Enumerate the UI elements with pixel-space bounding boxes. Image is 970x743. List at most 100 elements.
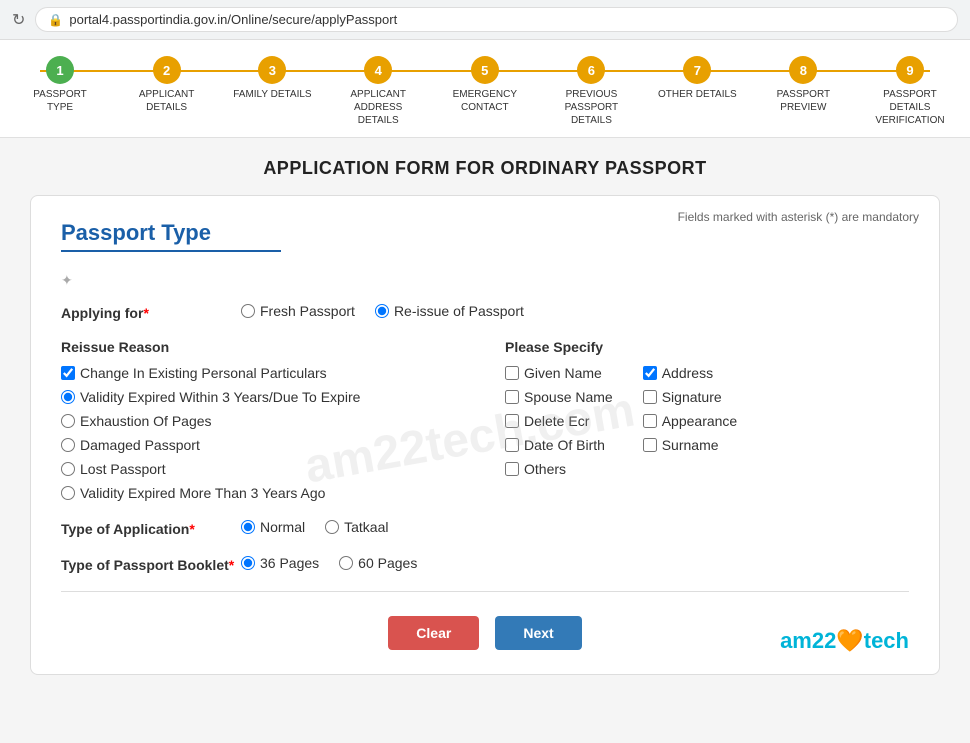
reason-validity-3[interactable]: Validity Expired Within 3 Years/Due To E… [61, 389, 465, 405]
reason-damaged[interactable]: Damaged Passport [61, 437, 465, 453]
fresh-passport-label: Fresh Passport [260, 303, 355, 319]
specify-col2: Address Signature Appearance [643, 365, 738, 477]
specify-dob-cb[interactable] [505, 438, 519, 452]
brand-text-start: am22 [780, 628, 836, 653]
applying-for-row: Applying for* Fresh Passport Re-issue of… [61, 303, 909, 321]
url-bar[interactable]: 🔒 portal4.passportindia.gov.in/Online/se… [35, 7, 958, 32]
tatkaal-label: Tatkaal [344, 519, 388, 535]
reissue-passport-label: Re-issue of Passport [394, 303, 524, 319]
reason-damaged-label: Damaged Passport [80, 437, 200, 453]
specify-signature-cb[interactable] [643, 390, 657, 404]
specify-appearance-label: Appearance [662, 413, 738, 429]
specify-delete-ecr[interactable]: Delete Ecr [505, 413, 613, 429]
step-circle-2: 2 [153, 56, 181, 84]
fresh-passport-radio[interactable] [241, 304, 255, 318]
brand-text-end: tech [864, 628, 909, 653]
specify-surname-label: Surname [662, 437, 719, 453]
reissue-reason-title: Reissue Reason [61, 339, 465, 355]
step-label-6: PREVIOUS PASSPORT DETAILS [551, 88, 631, 127]
step-circle-3: 3 [258, 56, 286, 84]
specify-spouse-name-cb[interactable] [505, 390, 519, 404]
browser-bar: ↻ 🔒 portal4.passportindia.gov.in/Online/… [0, 0, 970, 40]
step-6: 6 PREVIOUS PASSPORT DETAILS [551, 56, 631, 127]
reason-lost-label: Lost Passport [80, 461, 166, 477]
specify-others[interactable]: Others [505, 461, 613, 477]
step-circle-5: 5 [471, 56, 499, 84]
specify-signature[interactable]: Signature [643, 389, 738, 405]
specify-spouse-name-label: Spouse Name [524, 389, 613, 405]
please-specify-section: Please Specify Given Name Spouse Name [505, 339, 909, 501]
step-circle-6: 6 [577, 56, 605, 84]
60pages-label: 60 Pages [358, 555, 417, 571]
passport-booklet-controls: 36 Pages 60 Pages [241, 555, 909, 571]
reason-validity-more-radio[interactable] [61, 486, 75, 500]
specify-given-name-label: Given Name [524, 365, 602, 381]
brand-heart: 🧡 [836, 628, 863, 653]
36pages-radio[interactable] [241, 556, 255, 570]
reload-button[interactable]: ↻ [12, 10, 25, 30]
specify-appearance[interactable]: Appearance [643, 413, 738, 429]
specify-spouse-name[interactable]: Spouse Name [505, 389, 613, 405]
section-title-underline [61, 250, 281, 252]
page-title: APPLICATION FORM FOR ORDINARY PASSPORT [30, 158, 940, 179]
step-2: 2 APPLICANT DETAILS [127, 56, 207, 114]
specify-dob[interactable]: Date Of Birth [505, 437, 613, 453]
specify-cols: Given Name Spouse Name Delete Ecr [505, 365, 909, 477]
reason-change-personal[interactable]: Change In Existing Personal Particulars [61, 365, 465, 381]
mandatory-note: Fields marked with asterisk (*) are mand… [678, 210, 919, 224]
specify-address-label: Address [662, 365, 713, 381]
specify-col1: Given Name Spouse Name Delete Ecr [505, 365, 613, 477]
tatkaal-option[interactable]: Tatkaal [325, 519, 388, 535]
reason-validity-3-radio[interactable] [61, 390, 75, 404]
60pages-radio[interactable] [339, 556, 353, 570]
steps-row: 1 PASSPORT TYPE 2 APPLICANT DETAILS 3 FA… [20, 56, 950, 127]
reason-exhaustion-radio[interactable] [61, 414, 75, 428]
reason-validity-more-label: Validity Expired More Than 3 Years Ago [80, 485, 325, 501]
specify-given-name[interactable]: Given Name [505, 365, 613, 381]
main-content: APPLICATION FORM FOR ORDINARY PASSPORT F… [0, 138, 970, 743]
step-label-7: OTHER DETAILS [658, 88, 737, 101]
tatkaal-radio[interactable] [325, 520, 339, 534]
specify-surname[interactable]: Surname [643, 437, 738, 453]
step-5: 5 EMERGENCY CONTACT [445, 56, 525, 114]
reason-validity-3-label: Validity Expired Within 3 Years/Due To E… [80, 389, 360, 405]
reason-change-personal-cb[interactable] [61, 366, 75, 380]
step-circle-9: 9 [896, 56, 924, 84]
36pages-label: 36 Pages [260, 555, 319, 571]
specify-delete-ecr-cb[interactable] [505, 414, 519, 428]
specify-surname-cb[interactable] [643, 438, 657, 452]
step-label-2: APPLICANT DETAILS [127, 88, 207, 114]
specify-appearance-cb[interactable] [643, 414, 657, 428]
36pages-option[interactable]: 36 Pages [241, 555, 319, 571]
specify-address[interactable]: Address [643, 365, 738, 381]
step-4: 4 APPLICANT ADDRESS DETAILS [338, 56, 418, 127]
60pages-option[interactable]: 60 Pages [339, 555, 417, 571]
passport-booklet-label: Type of Passport Booklet* [61, 555, 241, 573]
reason-damaged-radio[interactable] [61, 438, 75, 452]
reason-lost-radio[interactable] [61, 462, 75, 476]
normal-label: Normal [260, 519, 305, 535]
passport-booklet-row: Type of Passport Booklet* 36 Pages 60 Pa… [61, 555, 909, 573]
reason-exhaustion[interactable]: Exhaustion Of Pages [61, 413, 465, 429]
normal-radio[interactable] [241, 520, 255, 534]
step-label-3: FAMILY DETAILS [233, 88, 311, 101]
step-7: 7 OTHER DETAILS [658, 56, 737, 101]
specify-dob-label: Date Of Birth [524, 437, 605, 453]
reissue-reason-section: Reissue Reason Change In Existing Person… [61, 339, 465, 501]
specify-others-cb[interactable] [505, 462, 519, 476]
reason-validity-more[interactable]: Validity Expired More Than 3 Years Ago [61, 485, 465, 501]
fresh-passport-option[interactable]: Fresh Passport [241, 303, 355, 319]
specify-address-cb[interactable] [643, 366, 657, 380]
specify-signature-label: Signature [662, 389, 722, 405]
reissue-passport-option[interactable]: Re-issue of Passport [375, 303, 524, 319]
reissue-passport-radio[interactable] [375, 304, 389, 318]
specify-given-name-cb[interactable] [505, 366, 519, 380]
step-label-5: EMERGENCY CONTACT [445, 88, 525, 114]
next-button[interactable]: Next [495, 616, 581, 650]
reason-lost[interactable]: Lost Passport [61, 461, 465, 477]
specify-others-label: Others [524, 461, 566, 477]
type-application-row: Type of Application* Normal Tatkaal [61, 519, 909, 537]
clear-button[interactable]: Clear [388, 616, 479, 650]
normal-option[interactable]: Normal [241, 519, 305, 535]
step-label-4: APPLICANT ADDRESS DETAILS [338, 88, 418, 127]
